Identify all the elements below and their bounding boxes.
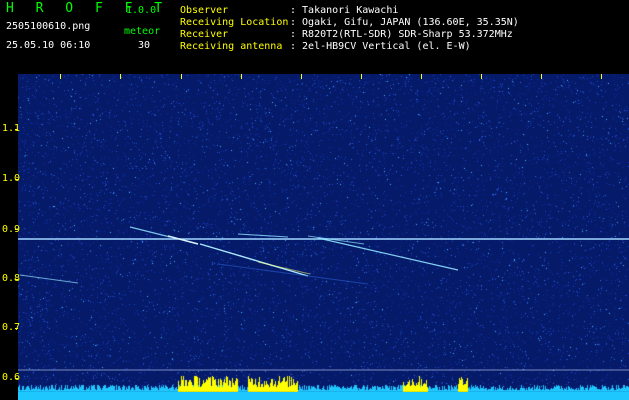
freq-tick xyxy=(15,279,18,280)
freq-tick xyxy=(15,179,18,180)
time-tick xyxy=(120,74,121,79)
meteor-trace xyxy=(317,237,459,271)
observation-datetime: 25.05.10 06:10 xyxy=(6,40,91,51)
meteor-count: 30 xyxy=(138,40,151,51)
meteor-trace xyxy=(199,243,309,277)
spectrogram xyxy=(18,74,629,400)
image-filename: 2505100610.png xyxy=(6,21,91,32)
info-key-receiver: Receiver xyxy=(180,29,229,40)
info-key-location: Receiving Location xyxy=(180,17,289,28)
time-tick xyxy=(60,74,61,79)
time-tick xyxy=(301,74,302,79)
time-tick xyxy=(481,74,482,79)
meteor-trace xyxy=(217,263,369,285)
spectrogram-overlay xyxy=(18,226,629,400)
time-tick xyxy=(541,74,542,79)
freq-tick xyxy=(15,229,18,230)
info-key-observer: Observer xyxy=(180,5,229,16)
freq-tick xyxy=(15,129,18,130)
meteor-trace xyxy=(257,261,311,275)
meteor-label: meteor xyxy=(124,26,161,37)
info-value-observer: : Takanori Kawachi xyxy=(290,5,399,16)
info-value-location: : Ogaki, Gifu, JAPAN (136.60E, 35.35N) xyxy=(290,17,519,28)
meteor-trace xyxy=(129,226,171,238)
time-tick xyxy=(181,74,182,79)
freq-tick xyxy=(15,378,18,379)
header-panel: H R O F F T 1.0.0 2505100610.png meteor … xyxy=(0,0,629,87)
meteor-trace xyxy=(307,235,365,245)
time-tick xyxy=(601,74,602,79)
freq-tick xyxy=(15,328,18,329)
signal-level-bar xyxy=(18,392,629,400)
info-value-antenna: : 2el-HB9CV Vertical (el. E-W) xyxy=(290,41,471,52)
info-key-antenna: Receiving antenna xyxy=(180,41,283,52)
info-value-receiver: : R820T2(RTL-SDR) SDR-Sharp 53.372MHz xyxy=(290,29,513,40)
freq-label-0.9: 0.9 xyxy=(2,224,21,235)
time-tick xyxy=(241,74,242,79)
meteor-trace xyxy=(19,274,79,284)
time-tick xyxy=(421,74,422,79)
time-tick xyxy=(361,74,362,79)
meteor-trace xyxy=(237,233,289,238)
meteor-trace xyxy=(167,235,199,245)
app-version: 1.0.0 xyxy=(126,5,157,16)
